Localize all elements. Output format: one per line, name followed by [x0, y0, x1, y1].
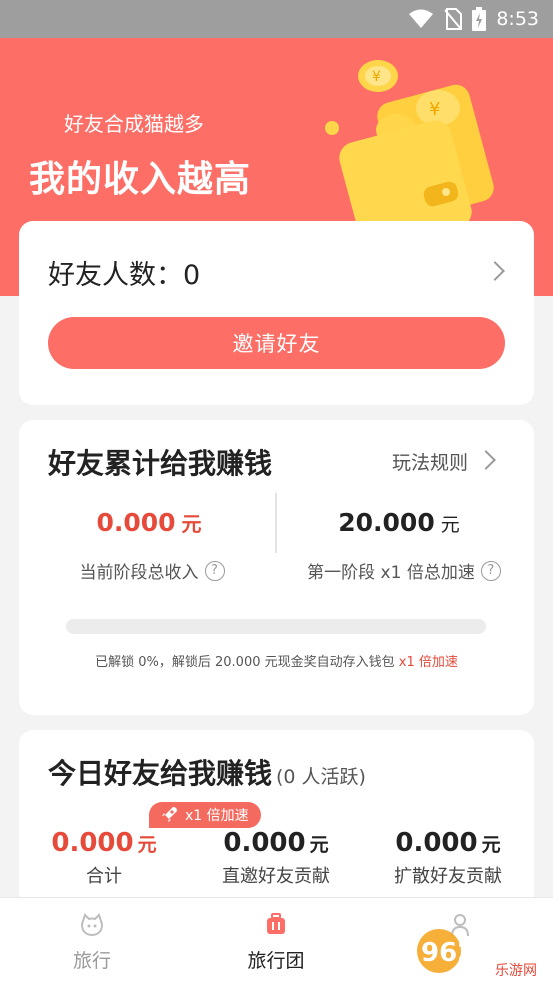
luggage-icon [267, 913, 285, 934]
current-income-label-row: 当前阶段总收入 ? [37, 558, 267, 583]
direct-invite-stat: 0.000 元 直邀好友贡献 [191, 828, 361, 888]
friends-card: 好友人数：0 邀请好友 [19, 221, 534, 405]
spread-friends-stat: 0.000 元 扩散好友贡献 [363, 828, 533, 888]
stage-label: 第一阶段 x1 倍总加速 [307, 563, 475, 583]
active-count: (0 人活跃) [276, 766, 366, 788]
target-stat: 20.000 元 [309, 508, 489, 537]
today-total-label: 合计 [86, 866, 122, 887]
wallet-coins-illustration: ¥ ¥ [325, 60, 494, 244]
svg-text:¥: ¥ [429, 99, 440, 120]
rocket-icon [162, 807, 177, 822]
today-total-value: 0.000 [51, 828, 134, 858]
direct-invite-label: 直邀好友贡献 [222, 866, 330, 887]
invite-friends-button[interactable]: 邀请好友 [48, 317, 505, 369]
watermark-sub: 乐游网 [495, 963, 537, 979]
spread-friends-label: 扩散好友贡献 [394, 866, 502, 887]
battery-charging-icon [472, 7, 487, 31]
cumulative-title: 好友累计给我赚钱 [48, 447, 273, 480]
cat-face-icon [81, 913, 103, 937]
today-total-unit: 元 [137, 834, 157, 856]
svg-text:¥: ¥ [372, 69, 381, 85]
chevron-right-icon[interactable] [476, 450, 496, 470]
nav-tab-travel-group[interactable]: 旅行团 [216, 912, 336, 973]
stage-label-row: 第一阶段 x1 倍总加速 ? [289, 558, 519, 583]
speedup-badge-label: x1 倍加速 [185, 808, 249, 824]
current-income-label: 当前阶段总收入 [79, 563, 199, 583]
help-icon[interactable]: ? [204, 560, 225, 581]
direct-invite-value: 0.000 [223, 828, 306, 858]
spread-friends-unit: 元 [481, 834, 501, 856]
hero-subtitle: 好友合成猫越多 [64, 112, 204, 136]
watermark-logo: 962.NET 乐游网 [417, 929, 545, 979]
unlock-note-main: 已解锁 0%，解锁后 20.000 元现金奖自动存入钱包 [95, 655, 395, 670]
today-total-stat: 0.000 元 合计 [19, 828, 189, 888]
cumulative-earnings-card: 好友累计给我赚钱 玩法规则 0.000 元 当前阶段总收入 ? 20.000 元 第… [19, 420, 534, 715]
friends-count-row[interactable]: 好友人数：0 [48, 253, 200, 292]
rules-link[interactable]: 玩法规则 [392, 448, 468, 475]
status-time: 8:53 [496, 8, 539, 30]
no-sim-icon [444, 8, 463, 30]
spread-friends-value: 0.000 [395, 828, 478, 858]
today-title-row: 今日好友给我赚钱 (0 人活跃) [48, 752, 366, 792]
current-income-value: 0.000 [96, 508, 176, 537]
direct-invite-unit: 元 [309, 834, 329, 856]
speedup-badge: x1 倍加速 [149, 802, 261, 828]
nav-tab-travel[interactable]: 旅行 [32, 912, 152, 973]
unlock-progress-bar [66, 619, 486, 634]
divider [275, 493, 277, 553]
target-unit: 元 [440, 514, 460, 536]
wifi-icon [409, 9, 434, 28]
current-income-unit: 元 [181, 512, 202, 536]
current-income-stat: 0.000 元 [59, 508, 239, 537]
unlock-note: 已解锁 0%，解锁后 20.000 元现金奖自动存入钱包 x1 倍加速 [19, 651, 534, 670]
nav-label-travel: 旅行 [72, 950, 111, 972]
unlock-note-accent: x1 倍加速 [398, 655, 458, 670]
target-value: 20.000 [338, 508, 435, 537]
help-icon[interactable]: ? [480, 560, 501, 581]
today-title: 今日好友给我赚钱 [48, 757, 273, 790]
friends-count-label: 好友人数：0 [48, 260, 201, 291]
chevron-right-icon[interactable] [485, 261, 505, 281]
hero-title: 我的收入越高 [29, 159, 252, 200]
nav-label-travel-group: 旅行团 [247, 950, 305, 972]
status-bar: 8:53 [0, 0, 553, 38]
